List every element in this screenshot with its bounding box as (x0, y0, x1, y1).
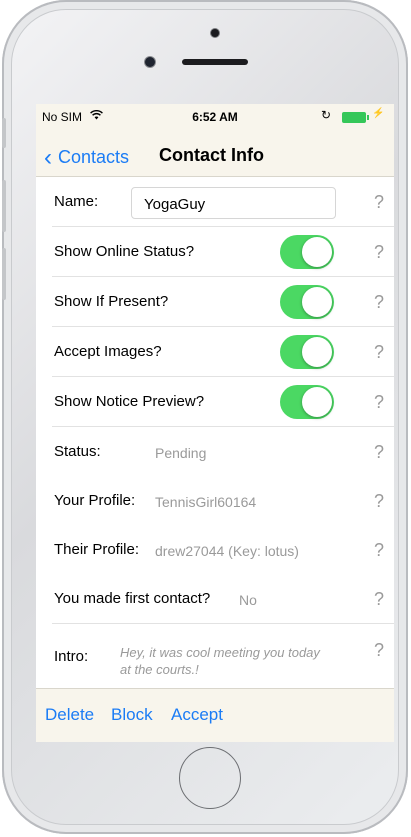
status-bar: No SIM 6:52 AM ↻ ⚡ (36, 104, 394, 128)
show-notice-preview-row: Show Notice Preview? ? (52, 377, 394, 427)
show-if-present-row: Show If Present? ? (52, 277, 394, 327)
help-icon[interactable]: ? (374, 442, 384, 463)
show-online-status-label: Show Online Status? (54, 243, 195, 260)
navigation-bar: ‹ Contacts Contact Info (36, 128, 394, 177)
earpiece-speaker (182, 59, 248, 65)
first-contact-value: No (239, 592, 257, 608)
help-icon[interactable]: ? (374, 491, 384, 512)
intro-label: Intro: (54, 648, 89, 665)
your-profile-label: Your Profile: (54, 492, 136, 509)
volume-up-button (2, 180, 6, 232)
accept-images-toggle[interactable] (280, 335, 334, 369)
your-profile-value: TennisGirl60164 (155, 494, 257, 510)
home-button[interactable] (179, 747, 241, 809)
accept-button[interactable]: Accept (171, 705, 223, 725)
name-row: Name: YogaGuy ? (52, 177, 394, 227)
clock: 6:52 AM (192, 110, 238, 124)
show-notice-preview-label: Show Notice Preview? (54, 393, 205, 410)
their-profile-value: drew27044 (Key: lotus) (155, 543, 299, 559)
help-icon[interactable]: ? (374, 242, 384, 263)
help-icon[interactable]: ? (374, 192, 384, 213)
their-profile-row: Their Profile: drew27044 (Key: lotus) ? (52, 525, 394, 574)
volume-down-button (2, 248, 6, 300)
accept-images-row: Accept Images? ? (52, 327, 394, 377)
name-label: Name: (54, 193, 99, 210)
back-button-label: Contacts (58, 147, 130, 167)
help-icon[interactable]: ? (374, 342, 384, 363)
accept-images-label: Accept Images? (54, 343, 162, 360)
status-row: Status: Pending ? (52, 427, 394, 476)
delete-button[interactable]: Delete (45, 705, 94, 725)
show-if-present-toggle[interactable] (280, 285, 334, 319)
help-icon[interactable]: ? (374, 640, 384, 661)
page-title: Contact Info (159, 145, 264, 165)
status-value: Pending (155, 445, 207, 461)
screen: No SIM 6:52 AM ↻ ⚡ ‹ Contacts Contact Inf… (36, 104, 394, 742)
phone-frame: No SIM 6:52 AM ↻ ⚡ ‹ Contacts Contact Inf… (2, 0, 408, 834)
chevron-left-icon: ‹ (44, 144, 52, 171)
help-icon[interactable]: ? (374, 589, 384, 610)
help-icon[interactable]: ? (374, 392, 384, 413)
toggle-knob (302, 287, 332, 317)
your-profile-row: Your Profile: TennisGirl60164 ? (52, 476, 394, 525)
bottom-toolbar: Delete Block Accept (36, 688, 394, 742)
status-label: Status: (54, 443, 101, 460)
toggle-knob (302, 337, 332, 367)
intro-row: Intro: Hey, it was cool meeting you toda… (52, 624, 394, 692)
intro-message: Hey, it was cool meeting you today at th… (120, 645, 320, 677)
block-button[interactable]: Block (111, 705, 153, 725)
proximity-sensor (145, 57, 155, 67)
back-button[interactable]: ‹ Contacts (44, 142, 130, 171)
front-camera (211, 29, 219, 37)
first-contact-label: You made first contact? (54, 590, 211, 607)
show-notice-preview-toggle[interactable] (280, 385, 334, 419)
contact-info-list: Name: YogaGuy ? Show Online Status? ? Sh… (36, 177, 394, 692)
help-icon[interactable]: ? (374, 292, 384, 313)
charging-icon: ⚡ (372, 108, 385, 119)
first-contact-row: You made first contact? No ? (52, 574, 394, 624)
show-online-status-toggle[interactable] (280, 235, 334, 269)
toggle-knob (302, 387, 332, 417)
mute-switch (2, 118, 6, 148)
help-icon[interactable]: ? (374, 540, 384, 561)
show-if-present-label: Show If Present? (54, 293, 169, 310)
show-online-status-row: Show Online Status? ? (52, 227, 394, 277)
rotation-lock-icon: ↻ (321, 108, 332, 122)
battery-icon (342, 112, 369, 123)
toggle-knob (302, 237, 332, 267)
their-profile-label: Their Profile: (54, 541, 140, 558)
name-input[interactable]: YogaGuy (131, 187, 336, 219)
